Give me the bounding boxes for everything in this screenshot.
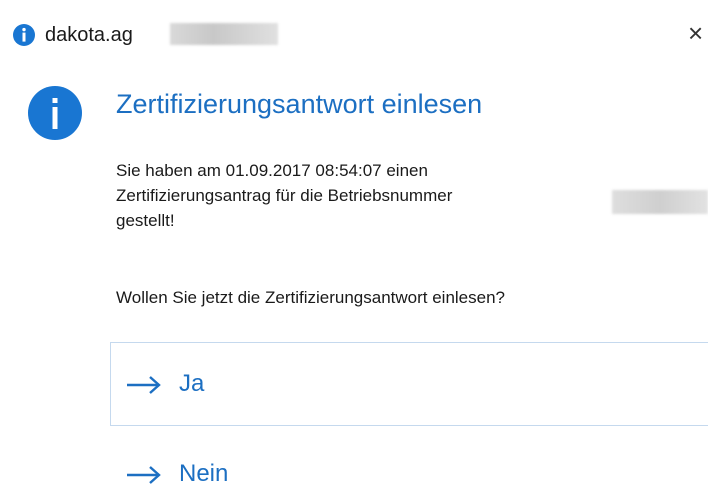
yes-command-link[interactable]: Ja [110,342,708,426]
title-bar: dakota.ag × [0,0,708,70]
right-arrow-icon [127,376,161,394]
message-line: Sie haben am 01.09.2017 08:54:07 einen [116,161,428,180]
no-label: Nein [179,460,229,486]
page-title: Zertifizierungsantwort einlesen [116,89,483,119]
yes-label: Ja [179,370,205,397]
right-arrow-icon [127,466,161,484]
info-icon [28,86,82,140]
no-command-link[interactable]: Nein [110,444,708,486]
redacted-title-text [170,23,278,45]
question-text: Wollen Sie jetzt die Zertifizierungsantw… [116,288,505,307]
task-dialog: dakota.ag × Zertifizierungsantwort einle… [0,0,708,486]
info-icon [13,24,35,46]
window-title: dakota.ag [45,24,133,46]
redacted-betriebsnummer [612,190,708,214]
close-icon: × [688,18,704,48]
close-button[interactable]: × [688,18,708,48]
